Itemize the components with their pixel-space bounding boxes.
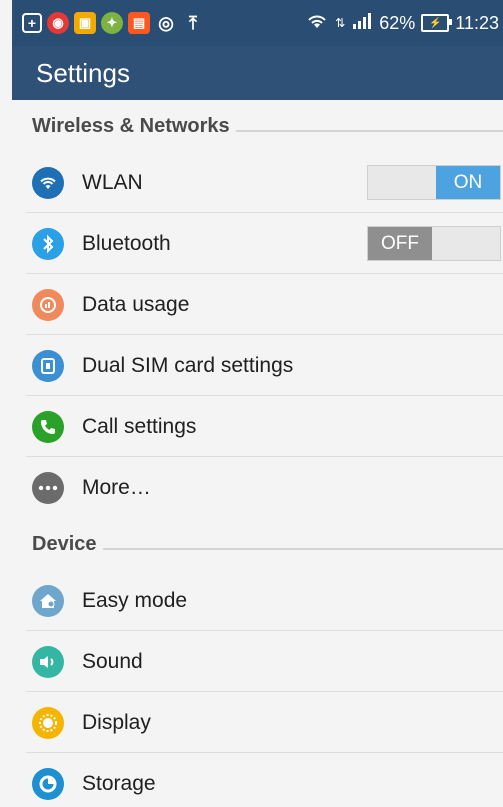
- app-bar: Settings: [12, 46, 503, 100]
- easy-mode-label: Easy mode: [82, 588, 188, 612]
- section-header-wireless: Wireless & Networks: [12, 102, 503, 150]
- clock: 11:23: [455, 12, 499, 33]
- storage-label: Storage: [82, 771, 156, 795]
- wifi-icon: [32, 166, 64, 199]
- more-dots-icon: [32, 471, 64, 504]
- settings-item-data-usage[interactable]: Data usage: [12, 274, 503, 335]
- easy-mode-home-icon: [32, 584, 64, 617]
- settings-item-wlan[interactable]: WLAN ON: [12, 152, 503, 213]
- notification-icons: + ◉ ▣ ✦ ▤ ◎ ⤒: [12, 12, 204, 34]
- settings-item-sound[interactable]: Sound: [12, 631, 503, 692]
- bluetooth-label: Bluetooth: [82, 231, 171, 255]
- sim-card-icon: [32, 349, 64, 382]
- data-usage-icon: [32, 288, 64, 321]
- call-settings-label: Call settings: [82, 414, 197, 438]
- taobao-notification-icon: ▤: [128, 12, 150, 34]
- battery-charging-icon: ⚡: [421, 14, 453, 32]
- upload-notification-icon: ⤒: [189, 12, 197, 33]
- app-notification-icon: ◉: [47, 12, 69, 34]
- screen: + ◉ ▣ ✦ ▤ ◎ ⤒ ⇅ 62% ⚡ 11:23 Settings Wir…: [12, 0, 503, 807]
- display-label: Display: [82, 710, 151, 734]
- data-arrows-icon: ⇅: [335, 16, 346, 30]
- battery-percentage: 62%: [379, 12, 416, 33]
- settings-item-storage[interactable]: Storage: [12, 753, 503, 807]
- status-bar: + ◉ ▣ ✦ ▤ ◎ ⤒ ⇅ 62% ⚡ 11:23: [12, 0, 503, 46]
- settings-item-dual-sim[interactable]: Dual SIM card settings: [12, 335, 503, 396]
- section-divider: [102, 548, 503, 550]
- section-title: Wireless & Networks: [32, 114, 230, 137]
- section-header-device: Device: [12, 520, 503, 568]
- cell-signal-icon: [351, 12, 373, 35]
- wlan-label: WLAN: [82, 170, 143, 194]
- toggle-state: OFF: [368, 227, 432, 260]
- wifi-signal-icon: [305, 12, 329, 35]
- dual-sim-label: Dual SIM card settings: [82, 353, 294, 377]
- sound-label: Sound: [82, 649, 143, 673]
- settings-item-call[interactable]: Call settings: [12, 396, 503, 457]
- data-usage-label: Data usage: [82, 292, 190, 316]
- phone-icon: [32, 410, 64, 443]
- wlan-toggle[interactable]: ON: [367, 165, 501, 200]
- section-divider: [235, 130, 503, 132]
- brightness-icon: [32, 706, 64, 739]
- weibo-notification-icon: ◎: [158, 12, 174, 33]
- page-title: Settings: [36, 57, 130, 88]
- section-title: Device: [32, 532, 97, 555]
- gift-notification-icon: ▣: [74, 12, 96, 34]
- settings-item-easy-mode[interactable]: Easy mode: [12, 570, 503, 631]
- settings-item-bluetooth[interactable]: Bluetooth OFF: [12, 213, 503, 274]
- system-status: ⇅ 62% ⚡ 11:23: [305, 12, 503, 35]
- settings-item-display[interactable]: Display: [12, 692, 503, 753]
- speaker-icon: [32, 645, 64, 678]
- bluetooth-toggle[interactable]: OFF: [367, 226, 501, 261]
- settings-item-more[interactable]: More…: [12, 457, 503, 518]
- game-notification-icon: ✦: [101, 12, 123, 34]
- bluetooth-icon: [32, 227, 64, 260]
- storage-icon: [32, 767, 64, 800]
- toggle-state: ON: [436, 166, 500, 199]
- add-notification-icon: +: [22, 13, 42, 33]
- more-label: More…: [82, 475, 151, 499]
